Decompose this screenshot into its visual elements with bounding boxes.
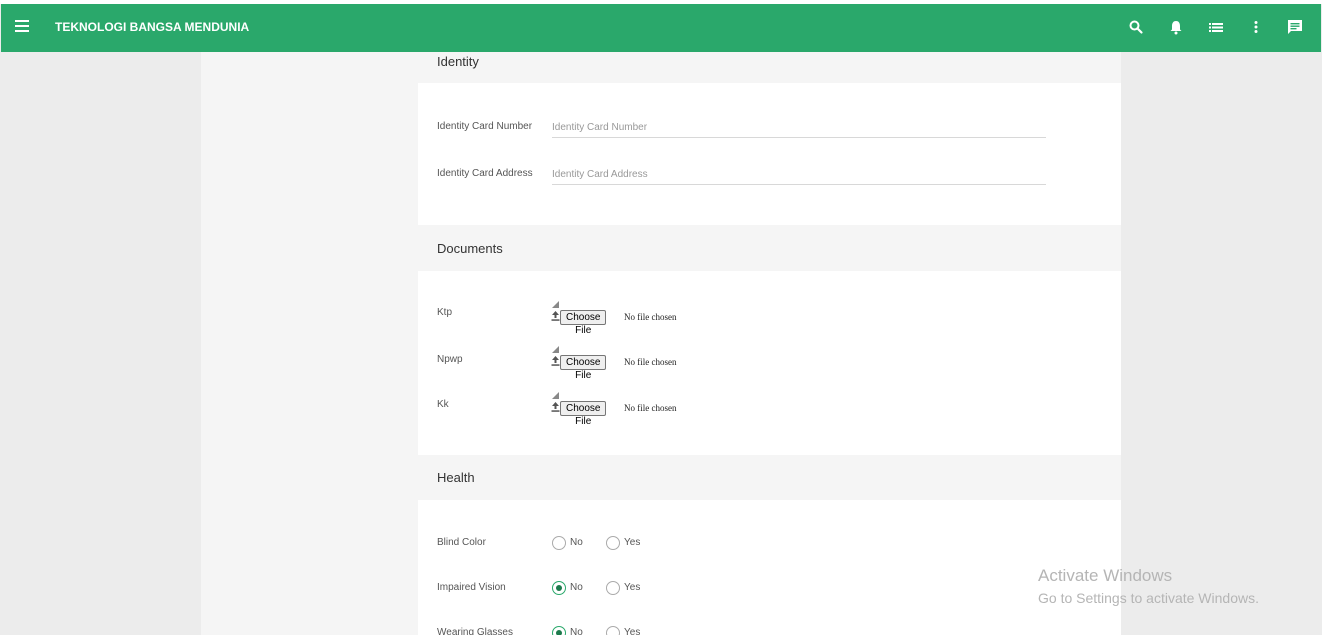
impaired-vision-yes-label: Yes [624,582,641,593]
left-gutter [0,52,201,635]
wearing-glasses-yes-label: Yes [624,627,641,635]
kk-file-status: No file chosen [624,403,677,413]
brand-title: TEKNOLOGI BANGSA MENDUNIA [55,20,250,34]
right-gutter [1121,52,1322,635]
upload-icon [551,402,560,412]
impaired-vision-radio-group: No Yes [552,581,652,597]
triangle-icon [552,301,559,308]
activate-windows-title: Activate Windows [1038,566,1173,585]
upload-icon [551,311,560,321]
blind-color-label: Blind Color [437,537,486,548]
impaired-vision-yes-radio[interactable] [606,581,620,595]
wearing-glasses-label: Wearing Glasses [437,627,513,635]
wearing-glasses-yes-radio[interactable] [606,626,620,635]
identity-card-address-label: Identity Card Address [437,168,533,179]
upload-icon [551,356,560,366]
health-section-header [418,455,1121,500]
wearing-glasses-no-label: No [570,627,583,635]
blind-color-yes-label: Yes [624,537,641,548]
impaired-vision-label: Impaired Vision [437,582,506,593]
ktp-choose-file-button[interactable]: Choose File [560,310,607,336]
identity-card-number-input[interactable] [552,118,1046,138]
bell-icon[interactable] [1167,18,1185,36]
chat-icon[interactable] [1286,18,1304,36]
health-section-title: Health [437,470,475,485]
identity-section-title: Identity [437,54,479,69]
list-icon[interactable] [1207,18,1225,36]
menu-icon[interactable] [15,20,29,32]
activate-windows-subtitle: Go to Settings to activate Windows. [1038,590,1259,606]
blind-color-radio-group: No Yes [552,536,652,552]
triangle-icon [552,346,559,353]
npwp-label: Npwp [437,354,463,365]
identity-card-address-input[interactable] [552,165,1046,185]
documents-section-header [418,225,1121,271]
kk-label: Kk [437,399,449,410]
npwp-file-status: No file chosen [624,357,677,367]
identity-card [418,83,1121,225]
documents-section-title: Documents [437,241,503,256]
impaired-vision-no-label: No [570,582,583,593]
triangle-icon [552,392,559,399]
top-app-bar: TEKNOLOGI BANGSA MENDUNIA [1,4,1321,52]
wearing-glasses-no-radio[interactable] [552,626,566,635]
kk-choose-file-button[interactable]: Choose File [560,401,607,427]
blind-color-no-radio[interactable] [552,536,566,550]
blind-color-yes-radio[interactable] [606,536,620,550]
identity-card-number-label: Identity Card Number [437,121,533,132]
wearing-glasses-radio-group: No Yes [552,626,652,635]
impaired-vision-no-radio[interactable] [552,581,566,595]
ktp-file-status: No file chosen [624,312,677,322]
blind-color-no-label: No [570,537,583,548]
npwp-choose-file-button[interactable]: Choose File [560,355,607,381]
app-frame: TEKNOLOGI BANGSA MENDUNIA Identity Ident… [0,0,1322,635]
documents-card [418,271,1121,455]
ktp-label: Ktp [437,307,453,318]
identity-section-header [418,52,1121,83]
health-card [418,500,1121,635]
more-vert-icon[interactable] [1247,18,1265,36]
search-icon[interactable] [1127,18,1145,36]
